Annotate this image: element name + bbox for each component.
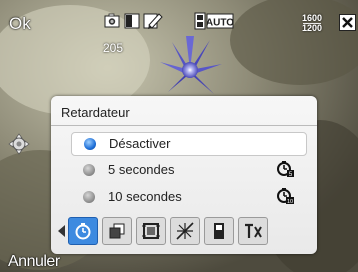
radio-selected-icon bbox=[84, 138, 96, 150]
close-button[interactable] bbox=[339, 14, 356, 31]
tab-frame[interactable] bbox=[136, 217, 166, 245]
option-label: 5 secondes bbox=[108, 162, 175, 177]
frame-icon bbox=[142, 223, 160, 239]
settings-tab-strip bbox=[58, 216, 276, 246]
edit-pen-icon[interactable] bbox=[143, 12, 163, 35]
option-disable[interactable]: Désactiver bbox=[71, 132, 307, 156]
svg-text:10: 10 bbox=[287, 199, 293, 205]
timer-5s-icon: 5 bbox=[276, 160, 294, 183]
cancel-softkey[interactable]: Annuler bbox=[8, 253, 60, 271]
tabs-left-arrow-icon[interactable] bbox=[58, 225, 65, 237]
tab-self-timer[interactable] bbox=[68, 217, 98, 245]
option-5-seconds[interactable]: 5 secondes 5 bbox=[71, 159, 305, 181]
status-bar: Ok AUTO 1600 1200 bbox=[0, 0, 358, 40]
color-mode-icon[interactable] bbox=[124, 13, 140, 34]
flash-icon bbox=[214, 223, 224, 239]
burst-icon bbox=[109, 223, 125, 239]
title-divider bbox=[51, 125, 317, 126]
option-label: 10 secondes bbox=[108, 189, 182, 204]
tab-tools[interactable] bbox=[238, 217, 268, 245]
option-label: Désactiver bbox=[109, 136, 171, 151]
tab-flash[interactable] bbox=[204, 217, 234, 245]
camera-mode-icon[interactable] bbox=[104, 13, 120, 34]
timer-icon bbox=[75, 223, 91, 240]
flash-mode-label: AUTO bbox=[206, 18, 234, 29]
option-10-seconds[interactable]: 10 secondes 10 bbox=[71, 186, 305, 208]
resolution-height: 1200 bbox=[302, 23, 323, 33]
dpad-navigation-icon bbox=[8, 133, 30, 160]
radio-unselected-icon bbox=[83, 191, 95, 203]
tab-burst[interactable] bbox=[102, 217, 132, 245]
dialog-title: Retardateur bbox=[61, 105, 130, 120]
radio-unselected-icon bbox=[83, 164, 95, 176]
resolution-indicator[interactable]: 1600 1200 bbox=[302, 14, 322, 33]
resolution-width: 1600 bbox=[302, 13, 323, 23]
tools-icon bbox=[245, 223, 262, 238]
tab-white-balance[interactable] bbox=[170, 217, 200, 245]
remaining-shots-counter: 205 bbox=[103, 41, 124, 55]
white-balance-icon bbox=[176, 222, 194, 240]
ok-softkey[interactable]: Ok bbox=[9, 14, 31, 34]
timer-10s-icon: 10 bbox=[276, 187, 294, 210]
flash-auto-icon[interactable]: AUTO bbox=[194, 12, 234, 35]
close-icon bbox=[342, 17, 353, 28]
